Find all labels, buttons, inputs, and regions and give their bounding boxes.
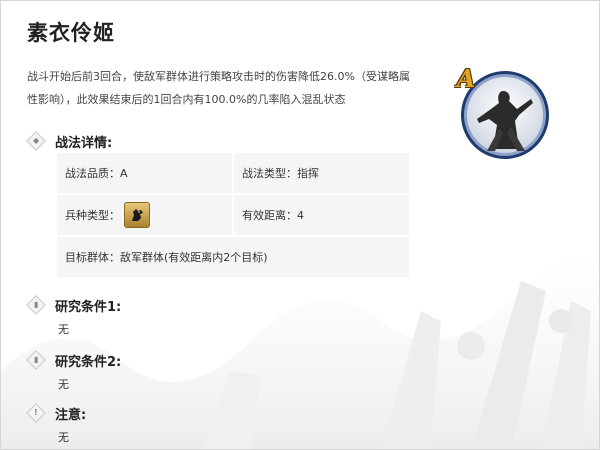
quality-cell: 战法品质：A [57,153,232,193]
grade-badge: A [453,63,479,93]
note-diamond-icon: ! [26,403,46,423]
skill-name: 素衣伶姬 [27,21,115,45]
research1-header: ▮ 研究条件1: [26,295,122,315]
grade-badge-text: A [456,63,476,93]
table-row: 战法品质：A 战法类型：指挥 [57,153,409,193]
details-table: 战法品质：A 战法类型：指挥 兵种类型： 有效距离：4 目标群体：敌军群体(有效… [57,153,409,279]
research1-diamond-icon: ▮ [26,295,46,315]
type-cell: 战法类型：指挥 [234,153,409,193]
research2-header: ▮ 研究条件2: [26,350,122,370]
research2-diamond-icon: ▮ [26,350,46,370]
skill-detail-panel: 素衣伶姬 战斗开始后前3回合，使敌军群体进行策略攻击时的伤害降低26.0%（受谋… [0,0,600,450]
note-title: 注意: [55,407,87,423]
troop-cell: 兵种类型： [57,195,232,235]
details-header: ◆ 战法详情: [26,131,113,151]
skill-description: 战斗开始后前3回合，使敌军群体进行策略攻击时的伤害降低26.0%（受谋略属性影响… [27,70,410,106]
note-header: ! 注意: [26,403,87,423]
target-cell: 目标群体：敌军群体(有效距离内2个目标) [57,237,409,277]
range-cell: 有效距离：4 [234,195,409,235]
troop-horse-icon [124,202,150,228]
research2-value: 无 [58,378,69,391]
details-title: 战法详情: [55,135,113,151]
research1-value: 无 [58,323,69,336]
troop-label: 兵种类型： [65,209,120,222]
research1-title: 研究条件1: [55,299,122,315]
note-value: 无 [58,431,69,444]
table-row: 目标群体：敌军群体(有效距离内2个目标) [57,237,409,277]
table-row: 兵种类型： 有效距离：4 [57,195,409,235]
details-diamond-icon: ◆ [26,131,46,151]
research2-title: 研究条件2: [55,354,122,370]
